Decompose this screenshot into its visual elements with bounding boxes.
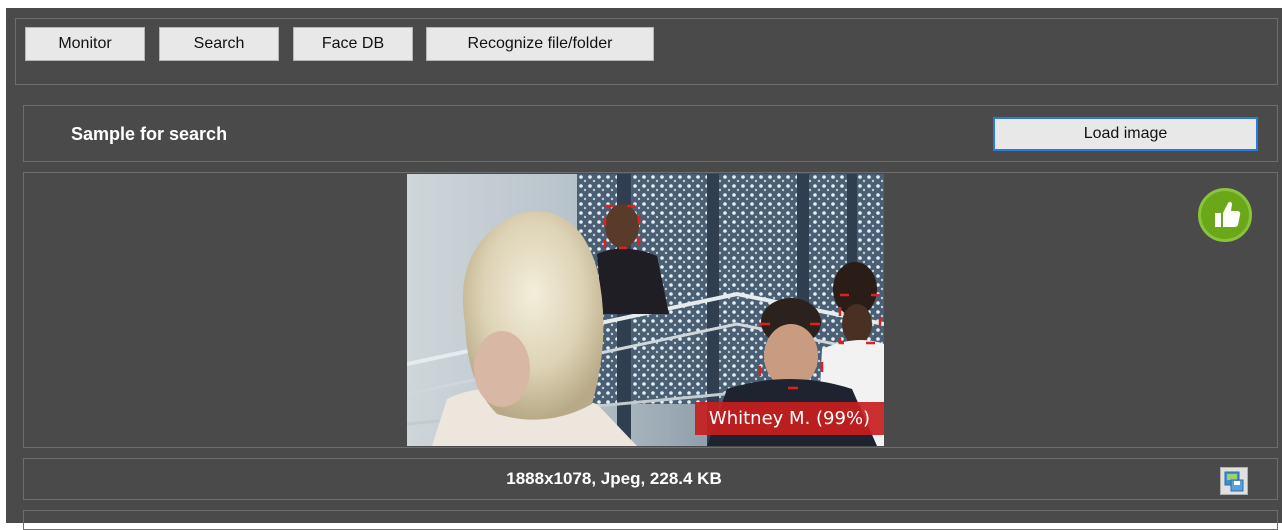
bottom-panel <box>23 510 1278 530</box>
tab-search[interactable]: Search <box>159 27 279 61</box>
thumbs-up-icon <box>1198 188 1252 242</box>
sample-title: Sample for search <box>71 124 228 144</box>
load-image-button[interactable]: Load image <box>993 117 1258 151</box>
sample-photo: Whitney M. (99%) <box>407 174 884 446</box>
tab-recognize-file-folder[interactable]: Recognize file/folder <box>426 27 654 61</box>
tab-monitor[interactable]: Monitor <box>25 27 145 61</box>
app-window: Monitor Search Face DB Recognize file/fo… <box>6 8 1282 530</box>
image-info-text: 1888x1078, Jpeg, 228.4 KB <box>506 469 722 488</box>
tab-face-db[interactable]: Face DB <box>293 27 413 61</box>
save-image-icon[interactable] <box>1220 467 1248 495</box>
face-match-label: Whitney M. (99%) <box>695 402 884 435</box>
